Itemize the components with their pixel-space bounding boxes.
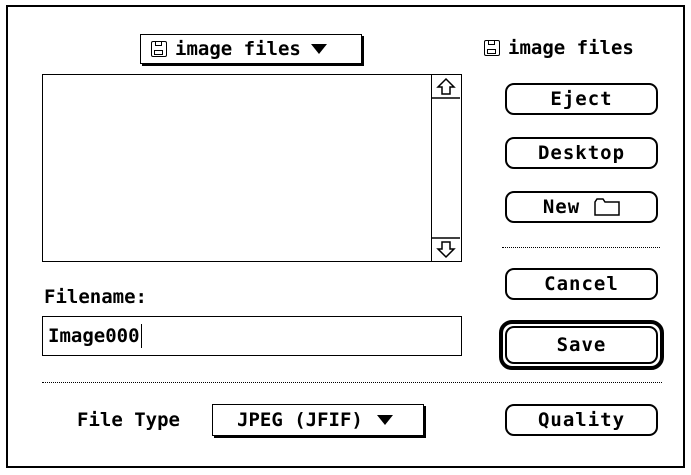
floppy-disk-icon [151,41,167,57]
scroll-down-arrow-icon[interactable] [432,237,460,261]
folder-icon [594,198,620,216]
separator-bottom [42,382,662,383]
filename-label: Filename: [44,286,147,308]
filename-value: Image000 [48,325,140,347]
scrollbar[interactable] [431,74,462,262]
popup-arrow-icon [310,44,327,54]
popup-arrow-icon [376,415,393,425]
scroll-up-arrow-icon[interactable] [432,75,460,99]
file-list[interactable] [42,74,462,262]
file-type-selected: JPEG (JFIF) [237,409,363,431]
desktop-button[interactable]: Desktop [505,137,658,169]
folder-popup-label: image files [175,38,301,60]
floppy-disk-icon [484,40,500,56]
folder-popup[interactable]: image files [140,34,362,64]
file-type-label: File Type [77,409,180,431]
file-type-popup[interactable]: JPEG (JFIF) [212,404,424,436]
cancel-button[interactable]: Cancel [505,268,658,300]
new-folder-label: New [542,196,581,218]
volume-label: image files [484,37,634,59]
text-cursor [140,324,143,348]
new-folder-button[interactable]: New [505,191,658,223]
filename-field[interactable]: Image000 [42,316,462,356]
eject-button[interactable]: Eject [505,83,658,115]
volume-name: image files [508,37,634,59]
separator-right [502,247,660,248]
quality-button[interactable]: Quality [505,404,658,436]
save-button[interactable]: Save [505,326,658,364]
